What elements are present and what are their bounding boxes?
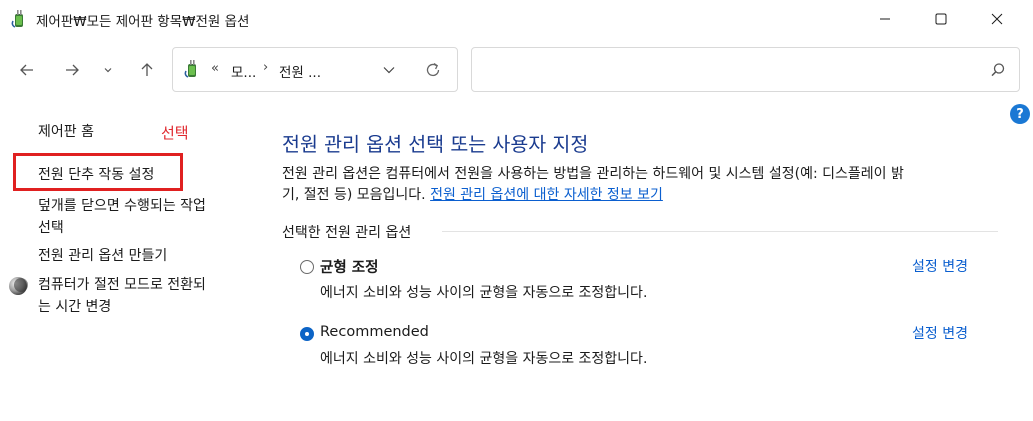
section-divider — [442, 231, 998, 232]
overflow-chevrons[interactable]: « — [211, 61, 219, 76]
plan-name-balanced[interactable]: 균형 조정 — [320, 256, 378, 277]
maximize-icon — [935, 13, 947, 25]
close-button[interactable] — [974, 0, 1020, 38]
sidebar-item-create-plan[interactable]: 전원 관리 옵션 만들기 — [38, 245, 167, 267]
description-text: 전원 관리 옵션은 컴퓨터에서 전원을 사용하는 방법을 관리하는 하드웨어 및… — [282, 166, 904, 182]
plan-description: 에너지 소비와 성능 사이의 균형을 자동으로 조정합니다. — [320, 285, 648, 301]
plan-radio-balanced[interactable] — [300, 260, 314, 274]
sidebar-item-label: 는 시간 변경 — [38, 299, 112, 315]
chevron-down-icon — [383, 67, 395, 74]
sidebar-item-label: 컴퓨터가 절전 모드로 전환되 — [38, 277, 206, 293]
refresh-icon — [426, 62, 440, 77]
plan-description: 에너지 소비와 성능 사이의 균형을 자동으로 조정합니다. — [320, 351, 648, 367]
address-bar[interactable]: « 모... › 전원 ... — [172, 47, 458, 92]
sidebar-item-control-panel-home[interactable]: 제어판 홈 — [38, 121, 94, 143]
forward-button[interactable] — [57, 55, 87, 85]
help-button[interactable]: ? — [1010, 104, 1030, 124]
breadcrumb-item[interactable]: 전원 ... — [279, 61, 321, 81]
back-button[interactable] — [12, 55, 42, 85]
change-plan-settings-link[interactable]: 설정 변경 — [912, 256, 968, 276]
recent-locations-button[interactable] — [96, 55, 120, 85]
chevron-down-icon — [104, 68, 112, 73]
up-button[interactable] — [132, 55, 162, 85]
select-annotation: 선택 — [161, 124, 189, 142]
sidebar-item-lid-close[interactable]: 덮개를 닫으면 수행되는 작업 선택 — [38, 195, 206, 239]
more-info-link[interactable]: 전원 관리 옵션에 대한 자세한 정보 보기 — [430, 187, 663, 203]
section-heading: 선택한 전원 관리 옵션 — [282, 225, 412, 241]
minimize-icon — [880, 18, 890, 20]
arrow-right-icon — [66, 64, 79, 76]
sidebar-item-sleep-time[interactable]: 컴퓨터가 절전 모드로 전환되 는 시간 변경 — [38, 274, 206, 318]
breadcrumb-item[interactable]: 모... — [231, 61, 256, 81]
sidebar-item-power-buttons[interactable]: 전원 단추 작동 설정 — [38, 164, 154, 186]
sidebar-item-label: 덮개를 닫으면 수행되는 작업 — [38, 198, 206, 214]
address-dropdown-button[interactable] — [377, 58, 401, 82]
refresh-button[interactable] — [421, 58, 445, 82]
change-plan-settings-link[interactable]: 설정 변경 — [912, 323, 968, 343]
page-title: 전원 관리 옵션 선택 또는 사용자 지정 — [282, 133, 589, 156]
minimize-button[interactable] — [862, 0, 908, 38]
breadcrumb-separator[interactable]: › — [263, 60, 268, 75]
description-text: 기, 절전 등) 모음입니다. 전원 관리 옵션에 대한 자세한 정보 보기 — [282, 184, 663, 204]
plan-name-recommended[interactable]: Recommended — [320, 324, 429, 340]
arrow-up-icon — [141, 63, 153, 76]
plan-radio-recommended[interactable] — [300, 327, 314, 341]
sidebar-item-label: 선택 — [38, 220, 64, 236]
search-input[interactable] — [471, 47, 1020, 92]
search-icon[interactable] — [989, 61, 1007, 79]
window-title: 제어판₩모든 제어판 항목₩전원 옵션 — [36, 14, 250, 30]
sleep-moon-icon — [9, 277, 28, 295]
close-icon — [991, 13, 1003, 25]
power-options-icon — [184, 60, 196, 78]
power-options-icon — [11, 10, 23, 28]
arrow-left-icon — [20, 64, 33, 76]
maximize-button[interactable] — [918, 0, 964, 38]
description-text: 기, 절전 등) 모음입니다. — [282, 187, 426, 203]
